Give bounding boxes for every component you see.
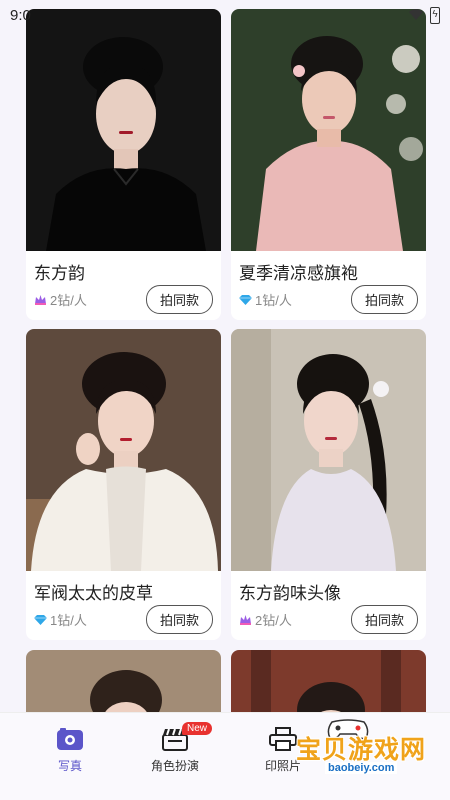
shoot-same-button[interactable]: 拍同款 xyxy=(350,604,418,634)
template-card[interactable]: 东方韵味头像 2钻/人 拍同款 xyxy=(231,329,426,640)
price-text: 2钻/人 xyxy=(50,292,87,308)
price-text: 1钻/人 xyxy=(255,292,292,308)
watermark-text: 宝贝游戏网 xyxy=(296,736,427,764)
new-badge: New xyxy=(182,722,213,735)
battery-charging-glyph: ϟ xyxy=(432,9,438,20)
template-photo[interactable] xyxy=(231,9,426,251)
watermark: 宝贝游戏网 baobeiy.com xyxy=(280,718,450,778)
shoot-same-button[interactable]: 拍同款 xyxy=(350,284,418,314)
nav-label: 写真 xyxy=(57,759,82,773)
card-meta: 1钻/人 拍同款 xyxy=(231,283,426,314)
price-tag: 2钻/人 xyxy=(239,610,292,629)
card-title: 军阀太太的皮草 xyxy=(34,584,153,603)
price-tag: 2钻/人 xyxy=(34,290,87,309)
battery-icon: ϟ xyxy=(430,6,440,24)
diamond-icon xyxy=(34,614,47,625)
template-photo[interactable] xyxy=(231,329,426,571)
card-meta: 1钻/人 拍同款 xyxy=(26,603,221,634)
card-meta: 2钻/人 拍同款 xyxy=(231,603,426,634)
template-photo[interactable] xyxy=(26,9,221,251)
price-tag: 1钻/人 xyxy=(34,610,87,629)
template-card[interactable]: 军阀太太的皮草 1钻/人 拍同款 xyxy=(26,329,221,640)
template-card[interactable]: 东方韵 2钻/人 拍同款 xyxy=(26,9,221,320)
card-title: 东方韵味头像 xyxy=(239,584,341,603)
status-icons: ϟ xyxy=(408,6,440,24)
crown-gem-icon xyxy=(35,294,46,305)
nav-item-photo[interactable]: 写真 xyxy=(25,725,115,774)
status-time: 9:0 xyxy=(10,6,31,24)
diamond-icon xyxy=(239,294,252,305)
card-title: 东方韵 xyxy=(34,264,85,283)
card-title: 夏季清凉感旗袍 xyxy=(239,264,358,283)
template-photo[interactable] xyxy=(26,329,221,571)
nav-label: 角色扮演 xyxy=(150,759,199,773)
shoot-same-button[interactable]: 拍同款 xyxy=(145,284,213,314)
price-text: 2钻/人 xyxy=(255,612,292,628)
watermark-url: baobeiy.com xyxy=(325,762,398,774)
price-tag: 1钻/人 xyxy=(239,290,292,309)
crown-gem-icon xyxy=(240,614,251,625)
wifi-icon xyxy=(409,9,423,20)
camera-icon xyxy=(25,725,115,753)
card-meta: 2钻/人 拍同款 xyxy=(26,283,221,314)
shoot-same-button[interactable]: 拍同款 xyxy=(145,604,213,634)
nav-item-roleplay[interactable]: New 角色扮演 xyxy=(130,722,220,774)
status-bar: 9:0 ϟ xyxy=(0,0,450,30)
price-text: 1钻/人 xyxy=(50,612,87,628)
template-card[interactable]: 夏季清凉感旗袍 1钻/人 拍同款 xyxy=(231,9,426,320)
